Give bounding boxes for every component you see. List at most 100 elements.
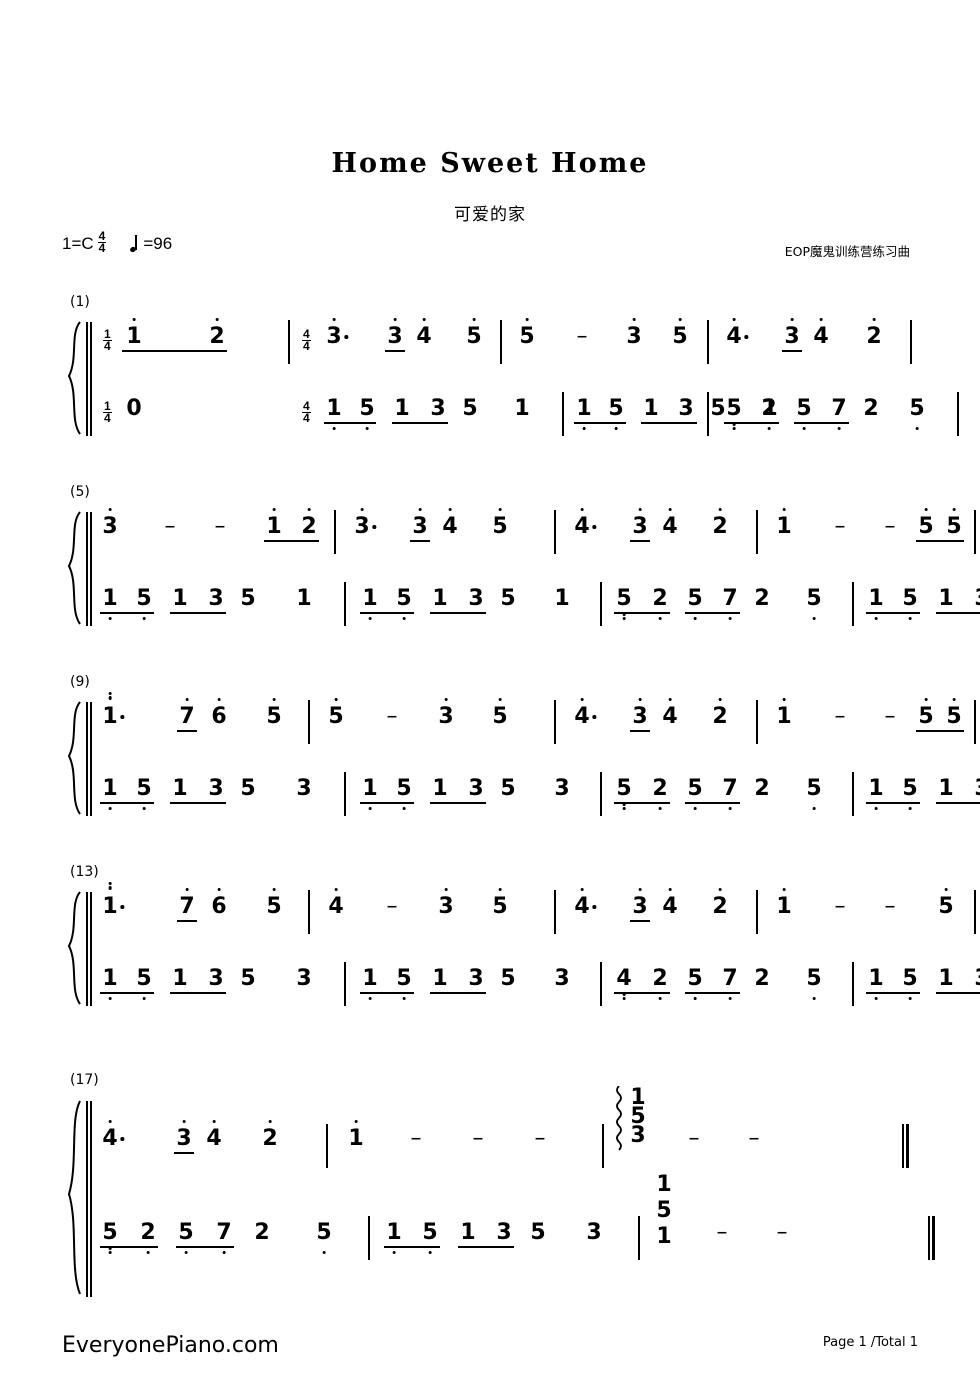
note: 2 — [652, 778, 668, 811]
chord: 1 5 1 — [656, 1172, 671, 1250]
note: 3 — [974, 778, 980, 800]
note: 2 — [754, 776, 770, 801]
system-5-right-hand: 4 3 4 2 1 – – – 1 5 3 – – — [62, 1085, 922, 1168]
note: 3 — [354, 507, 377, 538]
note: 5 — [359, 398, 375, 431]
note: 5 — [178, 1222, 194, 1255]
note: 1 — [432, 586, 448, 611]
note: 7 — [722, 588, 738, 621]
note: 4 — [662, 507, 678, 538]
note: 1 — [362, 968, 378, 1001]
page-subtitle: 可爱的家 — [454, 205, 526, 225]
note: 4 — [206, 1119, 222, 1150]
note: 1 — [348, 1119, 364, 1150]
note: 5 — [687, 778, 703, 811]
note: 4 — [416, 317, 432, 348]
music-system-2: (5) 3 – – 1 2 3 3 4 5 4 3 4 2 1 – – 5 5 … — [62, 484, 980, 630]
note: 5 — [396, 778, 412, 811]
note: 2 — [712, 507, 728, 538]
note: 4 — [574, 507, 597, 538]
chord: 1 5 3 — [630, 1087, 646, 1148]
note: 1 — [362, 778, 378, 811]
note: 3 — [326, 317, 349, 348]
note: 1 — [643, 396, 659, 421]
final-barline — [928, 1216, 935, 1260]
note: 5 — [466, 317, 482, 348]
note: 7 — [722, 968, 738, 1001]
note: 5 — [806, 968, 822, 1001]
note: 4 — [662, 887, 678, 918]
note: 1 — [868, 778, 884, 811]
note: 5 — [328, 697, 344, 728]
note: 5 — [266, 697, 282, 728]
note: 5 — [608, 398, 624, 431]
system-1-measure-number: (1) — [70, 294, 90, 310]
note: 3 — [438, 887, 454, 918]
note: 3 — [387, 317, 403, 348]
note: 1 — [296, 586, 312, 611]
note: 5 — [918, 697, 934, 728]
note: 1 — [362, 588, 378, 621]
note: 5 — [616, 778, 632, 811]
note: 7 — [216, 1222, 232, 1255]
note: 5 — [687, 588, 703, 621]
note: 3 — [412, 507, 428, 538]
system-4-left-hand: 1 5 1 3 5 3 1 5 1 3 5 3 4 2 5 7 2 5 1 5 … — [62, 962, 980, 1022]
note: 5 — [519, 317, 535, 348]
chord-note-bottom: 3 — [630, 1123, 646, 1148]
note: 3 — [632, 887, 648, 918]
note: 3 — [678, 396, 694, 421]
note: 1 — [576, 398, 592, 431]
music-system-5: (17) 4 3 4 2 1 – – – 1 5 3 – – 5 2 5 7 2… — [62, 1072, 935, 1318]
note: 4 — [616, 968, 632, 1001]
note: 3 — [632, 507, 648, 538]
note: 1 — [432, 966, 448, 991]
note: 3 — [296, 966, 312, 991]
note: 2 — [863, 396, 879, 421]
note: 1 — [776, 697, 792, 728]
note: 5 — [492, 887, 508, 918]
note: 3 — [208, 586, 224, 611]
note: 2 — [254, 1220, 270, 1245]
note: 3 — [496, 1220, 512, 1245]
chord-note-mid: 5 — [656, 1198, 672, 1223]
note: 3 — [626, 317, 642, 348]
time-signature-denominator: 4 — [98, 241, 106, 256]
note: 5 — [240, 776, 256, 801]
note: 2 — [754, 966, 770, 991]
note: 7 — [722, 778, 738, 811]
note: 1 — [868, 968, 884, 1001]
note: 1 — [102, 968, 118, 1001]
note: 5 — [266, 887, 282, 918]
note: 1 — [394, 396, 410, 421]
note: 4 — [328, 887, 344, 918]
note: 5 — [902, 588, 918, 621]
note: 5 — [918, 507, 934, 538]
note: 5 — [530, 1220, 546, 1245]
note: 1 — [126, 317, 142, 348]
note: 5 — [240, 586, 256, 611]
credit-line: EOP魔鬼训练营练习曲 — [784, 244, 910, 259]
note: 3 — [430, 396, 446, 421]
footer-site-name[interactable]: EveryonePiano.com — [62, 1333, 279, 1358]
note: 5 — [616, 588, 632, 621]
note: 1 — [386, 1222, 402, 1255]
time-signature: 4 4 — [97, 230, 107, 256]
note: 4 — [102, 1119, 125, 1150]
note: 7 — [179, 887, 195, 918]
note: 1 — [432, 776, 448, 801]
key-and-tempo: 1=C 4 4 =96 — [62, 230, 172, 256]
pickup-time-signature-rh: 14 — [103, 327, 112, 354]
system-5-left-hand: 5 2 5 7 2 5 1 5 1 3 5 3 1 5 1 – – — [62, 1172, 935, 1286]
note: 1 — [172, 966, 188, 991]
note: 7 — [831, 398, 847, 431]
system-5-measure-number: (17) — [70, 1072, 99, 1088]
note: 5 — [946, 507, 962, 538]
note: 7 — [179, 697, 195, 728]
note: 1 — [554, 586, 570, 611]
note: 5 — [938, 887, 954, 918]
note: 4 — [662, 697, 678, 728]
note: 5 — [102, 1222, 118, 1255]
note: 3 — [554, 966, 570, 991]
note: 1 — [266, 507, 282, 538]
